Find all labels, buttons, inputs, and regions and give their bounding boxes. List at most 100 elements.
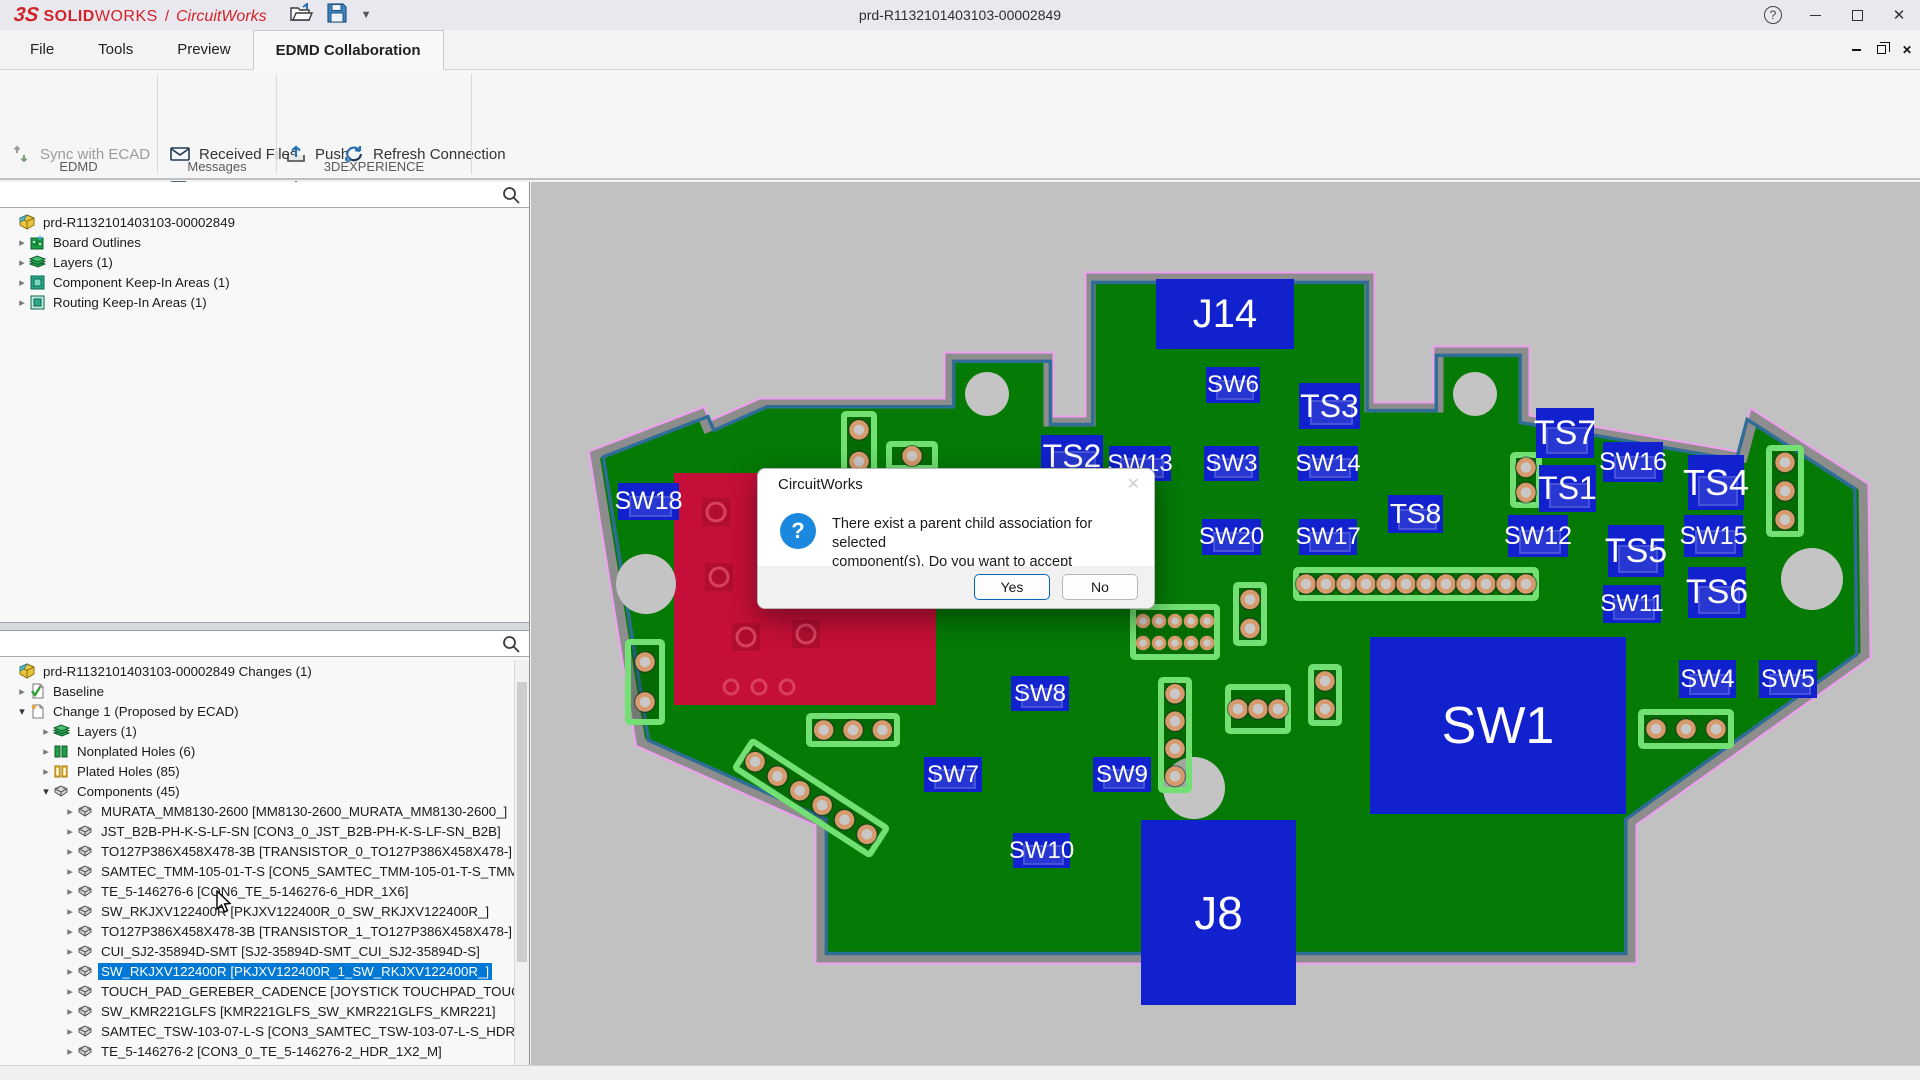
component-tree-item[interactable]: ▸CUI_SJ2-35894D-SMT [SJ2-35894D-SMT_CUI_… — [0, 941, 529, 961]
pcb-component-label-j14[interactable]: J14 — [1156, 279, 1294, 349]
pcb-component-label-sw11[interactable]: SW11 — [1603, 585, 1661, 623]
pcb-viewport[interactable]: J14SW6TS3TS2SW13SW3SW14TS7SW16TS4TS1SW18… — [531, 182, 1920, 1065]
close-button[interactable]: ✕ — [1878, 0, 1920, 30]
pcb-component-label-ts5[interactable]: TS5 — [1608, 525, 1664, 577]
component-tree-item[interactable]: ▸SAMTEC_TMM-105-01-T-S [CON5_SAMTEC_TMM-… — [0, 861, 529, 881]
pcb-component-label-sw10[interactable]: SW10 — [1013, 833, 1070, 868]
chip-icon — [76, 883, 94, 899]
component-tree-item[interactable]: ▸TOUCH_PAD_GEREBER_CADENCE [JOYSTICK TOU… — [0, 981, 529, 1001]
tree-item[interactable]: ▸Board Outlines — [0, 232, 529, 252]
component-tree-item[interactable]: ▸MURATA_MM8130-2600 [MM8130-2600_MURATA_… — [0, 801, 529, 821]
chip-icon — [76, 1003, 94, 1019]
changes-tree-scrollbar[interactable] — [514, 660, 529, 1065]
expand-arrow-icon[interactable]: ▸ — [64, 945, 76, 958]
component-tree-item[interactable]: ▸SAMTEC_TSW-103-07-L-S [CON3_SAMTEC_TSW-… — [0, 1021, 529, 1041]
pcb-component-label-sw12[interactable]: SW12 — [1508, 515, 1568, 557]
expand-arrow-icon[interactable]: ▸ — [64, 825, 76, 838]
pcb-component-label-sw6[interactable]: SW6 — [1206, 367, 1260, 403]
minimize-button[interactable] — [1794, 0, 1836, 30]
mdi-close-icon[interactable]: ✕ — [1902, 43, 1912, 57]
pcb-component-label-ts1[interactable]: TS1 — [1539, 465, 1596, 512]
mdi-minimize-icon[interactable] — [1852, 49, 1861, 51]
expand-arrow-icon[interactable]: ▸ — [64, 985, 76, 998]
panel-divider[interactable] — [0, 622, 529, 631]
pcb-component-label-sw9[interactable]: SW9 — [1093, 757, 1151, 792]
expand-arrow-icon[interactable]: ▸ — [64, 905, 76, 918]
scrollbar-thumb[interactable] — [517, 682, 527, 962]
pcb-component-label-sw1[interactable]: SW1 — [1370, 637, 1626, 814]
pcb-component-label-sw5[interactable]: SW5 — [1759, 660, 1817, 698]
tree-item[interactable]: ▸Nonplated Holes (6) — [0, 741, 529, 761]
pcb-component-label-sw17[interactable]: SW17 — [1299, 519, 1357, 555]
expand-arrow-icon[interactable]: ▸ — [40, 725, 52, 738]
component-tree-item[interactable]: ▸TO127P386X458X478-3B [TRANSISTOR_1_TO12… — [0, 921, 529, 941]
mdi-restore-icon[interactable] — [1877, 45, 1886, 54]
pcb-component-label-ts3[interactable]: TS3 — [1299, 383, 1360, 429]
collapse-arrow-icon[interactable]: ▾ — [16, 705, 28, 718]
component-tree-item[interactable]: ▸SW_KMR221GLFS [KMR221GLFS_SW_KMR221GLFS… — [0, 1001, 529, 1021]
expand-arrow-icon[interactable]: ▸ — [16, 256, 28, 269]
open-file-icon[interactable] — [289, 3, 313, 28]
tree-item[interactable]: ▸Component Keep-In Areas (1) — [0, 272, 529, 292]
yes-button[interactable]: Yes — [974, 574, 1050, 600]
component-tree-item[interactable]: ▸TE_5-146276-2 [CON3_0_TE_5-146276-2_HDR… — [0, 1041, 529, 1061]
tree-root-changes[interactable]: prd-R1132101403103-00002849 Changes (1) — [0, 661, 529, 681]
pcb-component-label-sw3[interactable]: SW3 — [1204, 446, 1259, 481]
expand-arrow-icon[interactable]: ▸ — [64, 845, 76, 858]
expand-arrow-icon[interactable]: ▸ — [64, 1005, 76, 1018]
expand-arrow-icon[interactable]: ▸ — [64, 965, 76, 978]
component-tree-item[interactable]: ▸TO127P386X458X478-3B [TRANSISTOR_0_TO12… — [0, 841, 529, 861]
expand-arrow-icon[interactable]: ▸ — [64, 885, 76, 898]
tree-item[interactable]: ▸Layers (1) — [0, 721, 529, 741]
expand-arrow-icon[interactable]: ▸ — [16, 685, 28, 698]
pcb-component-label-sw7[interactable]: SW7 — [924, 757, 982, 792]
pcb-component-label-sw8[interactable]: SW8 — [1011, 676, 1069, 711]
maximize-button[interactable] — [1836, 0, 1878, 30]
expand-arrow-icon[interactable]: ▸ — [64, 925, 76, 938]
expand-arrow-icon[interactable]: ▸ — [16, 236, 28, 249]
help-button[interactable]: ? — [1752, 0, 1794, 30]
menu-preview[interactable]: Preview — [155, 30, 252, 69]
tree-item[interactable]: ▸Routing Keep-In Areas (1) — [0, 292, 529, 312]
collapse-arrow-icon[interactable]: ▾ — [40, 785, 52, 798]
pcb-component-label-sw18[interactable]: SW18 — [618, 483, 679, 520]
menu-file[interactable]: File — [8, 30, 76, 69]
component-tree-item[interactable]: ▸JST_B2B-PH-K-S-LF-SN [CON3_0_JST_B2B-PH… — [0, 821, 529, 841]
pcb-component-label-sw16[interactable]: SW16 — [1603, 442, 1663, 482]
tree-item[interactable]: ▸Plated Holes (85) — [0, 761, 529, 781]
tree-item-label: prd-R1132101403103-00002849 Changes (1) — [40, 663, 315, 680]
component-tree-item[interactable]: ▸TE_5-146276-6 [CON6_TE_5-146276-6_HDR_1… — [0, 881, 529, 901]
tab-edmd-collaboration[interactable]: EDMD Collaboration — [253, 30, 444, 70]
pcb-component-label-ts7[interactable]: TS7 — [1536, 408, 1594, 458]
component-tree-item[interactable]: ▸SW_RKJXV122400R [PKJXV122400R_0_SW_RKJX… — [0, 901, 529, 921]
expand-arrow-icon[interactable]: ▸ — [16, 276, 28, 289]
tree-item[interactable]: ▸Layers (1) — [0, 252, 529, 272]
expand-arrow-icon[interactable]: ▸ — [40, 745, 52, 758]
pcb-component-label-j8[interactable]: J8 — [1141, 820, 1296, 1005]
pcb-component-label-sw20[interactable]: SW20 — [1202, 519, 1261, 555]
save-icon[interactable] — [327, 3, 347, 28]
tree-item[interactable]: ▾Change 1 (Proposed by ECAD) — [0, 701, 529, 721]
pcb-component-label-ts8[interactable]: TS8 — [1388, 495, 1443, 533]
pcb-component-label-sw14[interactable]: SW14 — [1298, 446, 1358, 481]
pcb-component-label-ts4[interactable]: TS4 — [1688, 455, 1744, 510]
tree1-search-bar[interactable] — [0, 182, 529, 208]
expand-arrow-icon[interactable]: ▸ — [64, 865, 76, 878]
component-tree-item[interactable]: ▸SW_RKJXV122400R [PKJXV122400R_1_SW_RKJX… — [0, 961, 529, 981]
pcb-component-label-ts6[interactable]: TS6 — [1688, 567, 1746, 618]
tree-root-board[interactable]: prd-R1132101403103-00002849 — [0, 212, 529, 232]
expand-arrow-icon[interactable]: ▸ — [64, 1045, 76, 1058]
expand-arrow-icon[interactable]: ▸ — [16, 296, 28, 309]
expand-arrow-icon[interactable]: ▸ — [64, 1025, 76, 1038]
qat-dropdown-caret[interactable]: ▼ — [361, 9, 372, 21]
tree-item[interactable]: ▾Components (45) — [0, 781, 529, 801]
tree-item[interactable]: ▸Baseline — [0, 681, 529, 701]
pcb-component-label-sw4[interactable]: SW4 — [1679, 660, 1736, 698]
dialog-close-icon[interactable]: ✕ — [1127, 474, 1140, 494]
expand-arrow-icon[interactable]: ▸ — [40, 765, 52, 778]
no-button[interactable]: No — [1062, 574, 1138, 600]
menu-tools[interactable]: Tools — [76, 30, 155, 69]
pcb-component-label-sw15[interactable]: SW15 — [1684, 515, 1743, 557]
expand-arrow-icon[interactable]: ▸ — [64, 805, 76, 818]
tree2-search-bar[interactable] — [0, 631, 529, 657]
